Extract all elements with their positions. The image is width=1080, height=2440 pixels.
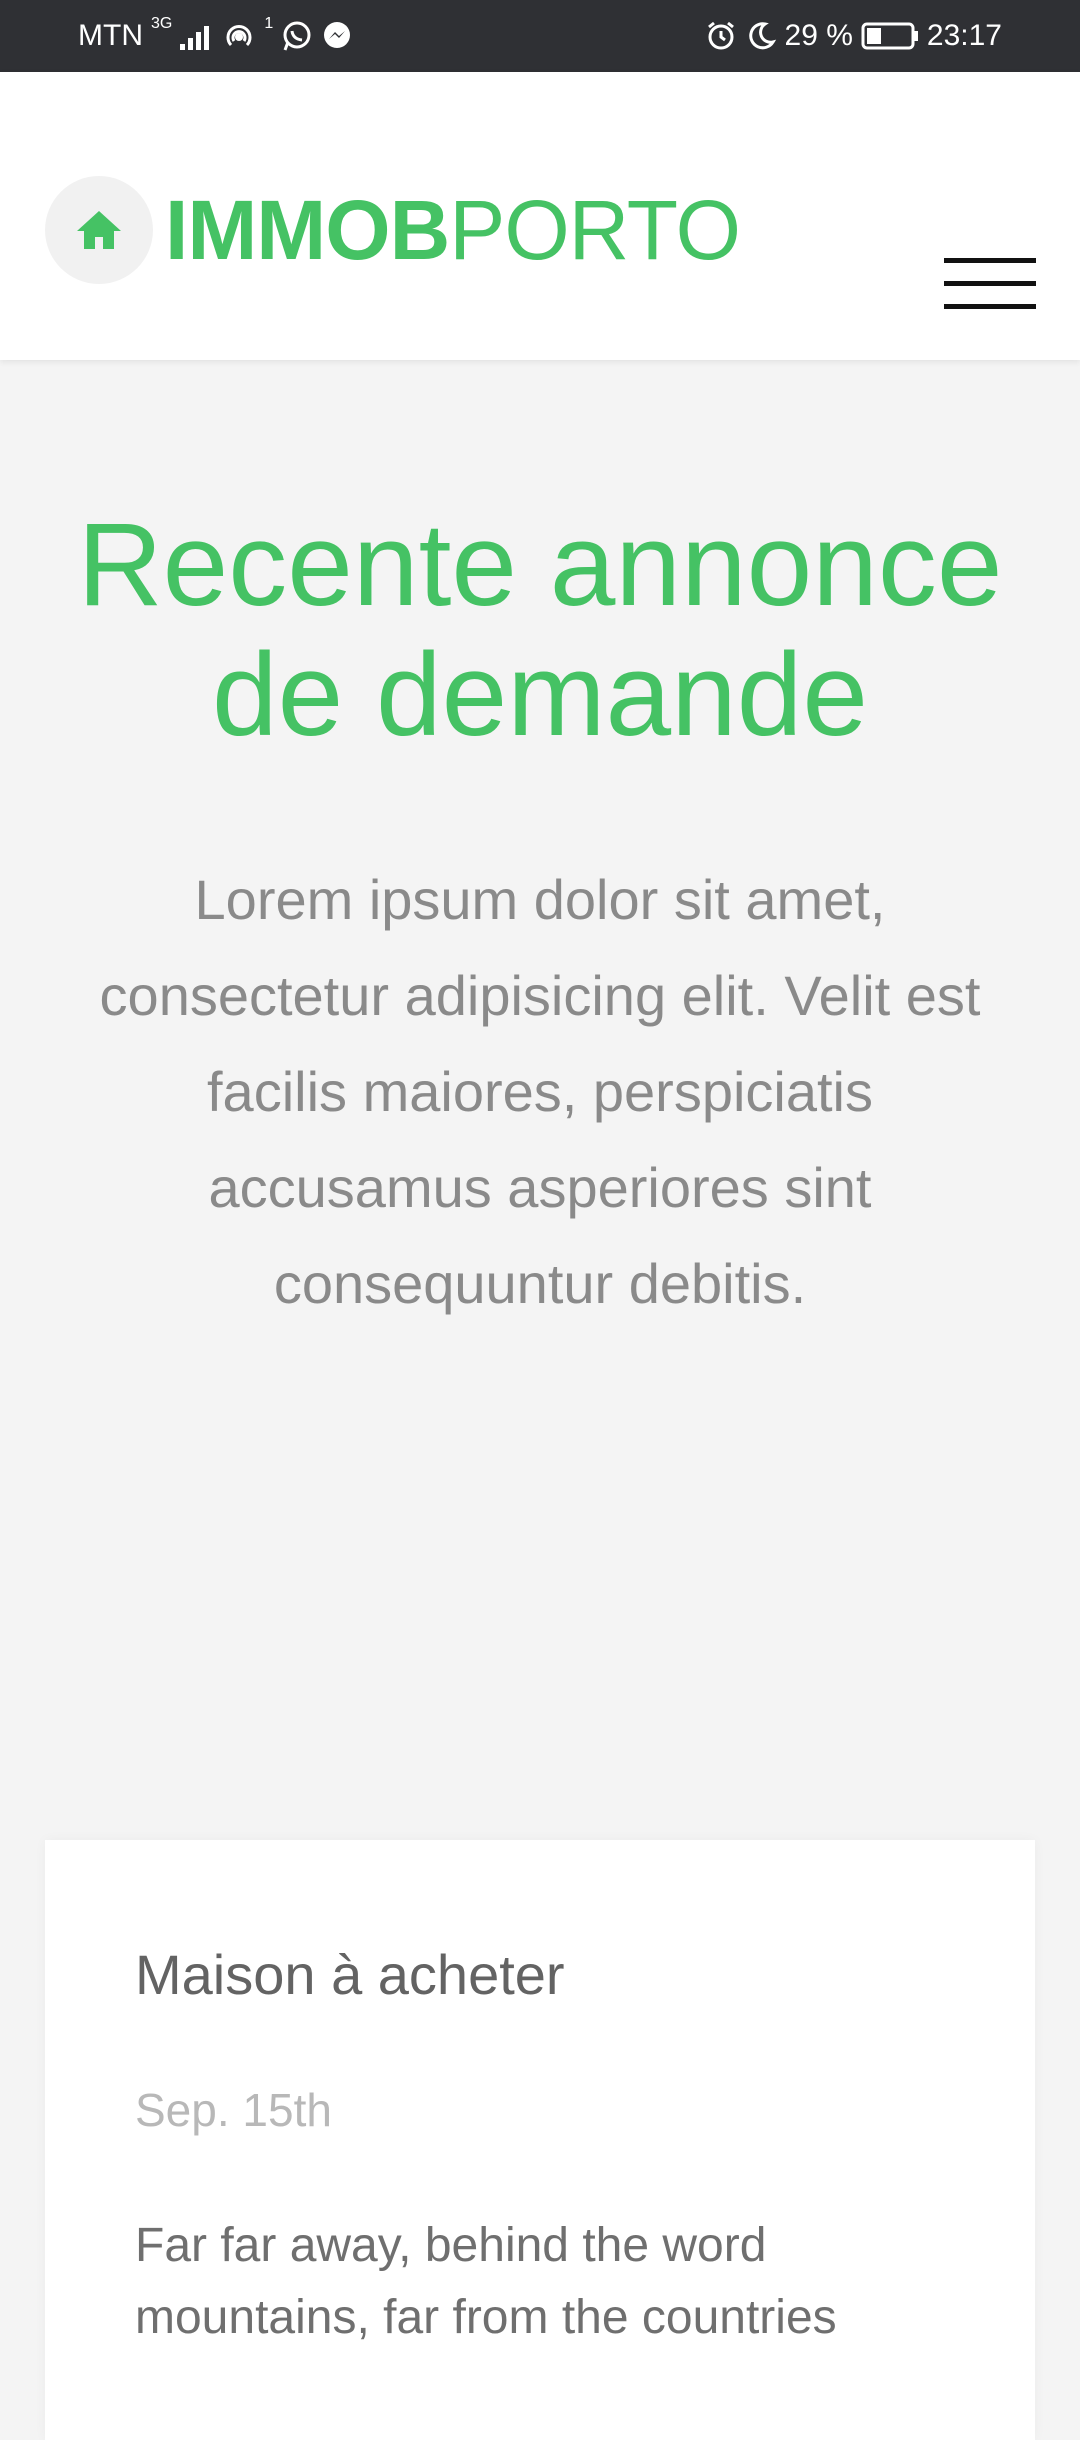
- carrier-label: MTN: [78, 19, 143, 52]
- menu-line: [944, 281, 1036, 286]
- status-bar: MTN 3G 1 29 % 23:17: [0, 0, 1080, 72]
- status-left: MTN 3G 1: [78, 0, 353, 72]
- brand-logo[interactable]: IMMOBPORTO: [165, 180, 741, 280]
- battery-percent: 29 %: [784, 19, 853, 52]
- network-type: 3G: [150, 15, 173, 32]
- hamburger-menu-icon[interactable]: [944, 258, 1036, 310]
- status-right: 29 % 23:17: [705, 0, 1002, 72]
- whatsapp-icon: [281, 20, 313, 52]
- hotspot-icon: [222, 21, 256, 51]
- menu-line: [944, 304, 1036, 309]
- moon-icon: [745, 20, 777, 52]
- logo-badge[interactable]: [45, 176, 153, 284]
- menu-line: [944, 258, 1036, 263]
- hotspot-count: 1: [264, 15, 274, 32]
- brand-bold-text: IMMOB: [165, 183, 450, 277]
- signal-icon: [180, 22, 214, 50]
- brand-light-text: PORTO: [449, 183, 741, 277]
- card-excerpt: Far far away, behind the word mountains,…: [135, 2219, 837, 2344]
- messenger-icon: [321, 20, 353, 52]
- clock: 23:17: [926, 19, 1002, 52]
- page-title: Recente annonce de demande: [77, 499, 1003, 761]
- site-header: IMMOBPORTO: [0, 72, 1080, 360]
- alarm-icon: [705, 20, 737, 52]
- home-icon: [77, 211, 121, 249]
- hero-description: Lorem ipsum dolor sit amet, consectetur …: [99, 868, 981, 1315]
- listing-card[interactable]: Maison à acheter Sep. 15th Far far away,…: [45, 1840, 1035, 2440]
- battery-icon: [861, 21, 919, 51]
- card-title[interactable]: Maison à acheter: [135, 1940, 565, 2010]
- card-date: Sep. 15th: [135, 2084, 332, 2136]
